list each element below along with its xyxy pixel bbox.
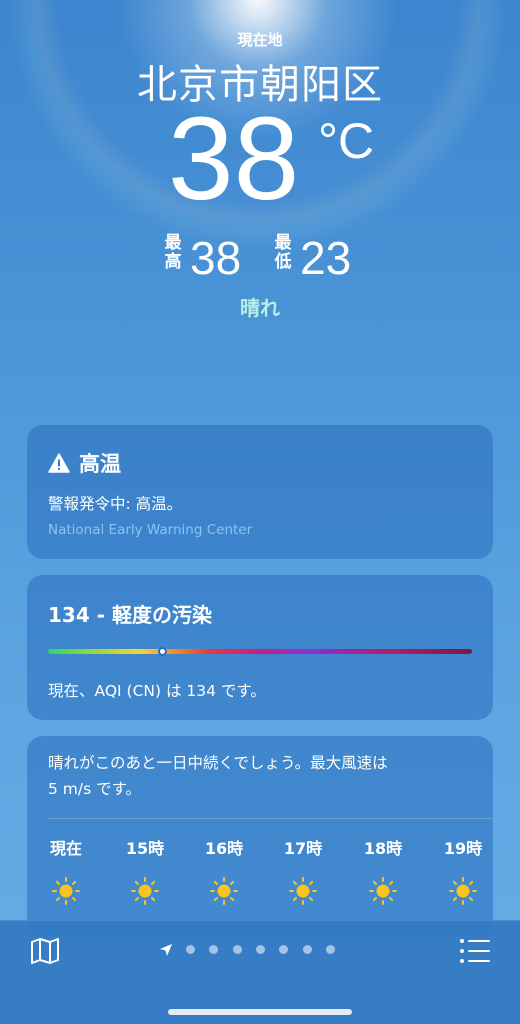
page-dot[interactable] [279, 945, 289, 954]
sun-icon [131, 877, 159, 905]
current-temperature: 38 [168, 93, 300, 225]
hour-label: 15時 [125, 839, 165, 858]
low-value: 23 [300, 232, 352, 284]
high-low: 最高 38 最低 23 [0, 232, 520, 282]
hourly-forecast-card[interactable]: 晴れがこのあと一日中続くでしょう。最大風速は 5 m/s です。 現在 15時 … [27, 736, 493, 936]
low-label-text: 最低 [274, 233, 292, 272]
hour-item[interactable]: 15時 [115, 835, 175, 905]
warning-icon [48, 453, 70, 473]
hour-label: 18時 [363, 839, 403, 858]
high-label-text: 最高 [164, 233, 182, 272]
home-indicator[interactable] [168, 1009, 352, 1015]
map-icon[interactable] [30, 937, 60, 965]
high-label: 最高 [163, 234, 183, 272]
aqi-indicator-dot [157, 647, 167, 656]
page-dot[interactable] [186, 945, 195, 954]
forecast-summary: 晴れがこのあと一日中続くでしょう。最大風速は 5 m/s です。 [48, 750, 478, 802]
alert-source[interactable]: National Early Warning Center [48, 522, 252, 538]
temperature-unit: °C [318, 113, 375, 169]
hour-item[interactable]: 19時 [433, 835, 493, 905]
location-arrow-icon[interactable] [159, 943, 173, 957]
forecast-summary-line2: 5 m/s です。 [48, 780, 142, 798]
page-dot[interactable] [255, 945, 265, 954]
hour-item[interactable]: 16時 [194, 835, 254, 905]
sun-icon [210, 877, 238, 905]
alert-title: 高温 [79, 452, 121, 476]
list-icon[interactable] [459, 938, 491, 964]
high-value: 38 [190, 232, 242, 284]
hour-label: 19時 [443, 839, 483, 858]
hour-label: 16時 [204, 839, 244, 858]
aqi-description: 現在、AQI (CN) は 134 です。 [48, 682, 266, 700]
location-label: 現在地 [237, 31, 283, 49]
alert-card[interactable]: 高温 警報発令中: 高温。 National Early Warning Cen… [27, 425, 493, 559]
page-dot[interactable] [302, 945, 312, 954]
aqi-title: 134 - 軽度の汚染 [48, 603, 212, 627]
hour-item[interactable]: 現在 [36, 835, 96, 905]
page-dot[interactable] [325, 945, 335, 954]
condition-text: 晴れ [240, 296, 280, 320]
alert-title-row: 高温 [48, 448, 121, 478]
page-dot[interactable] [232, 945, 242, 954]
sun-icon [369, 877, 397, 905]
hour-label: 現在 [49, 839, 82, 858]
forecast-summary-line1: 晴れがこのあと一日中続くでしょう。最大風速は [48, 754, 388, 772]
hour-label: 17時 [283, 839, 323, 858]
page-dot[interactable] [209, 945, 219, 954]
bottom-toolbar [0, 920, 520, 1024]
aqi-card[interactable]: 134 - 軽度の汚染 現在、AQI (CN) は 134 です。 [27, 575, 493, 720]
aqi-scale-bar [48, 649, 472, 654]
hour-item[interactable]: 17時 [273, 835, 333, 905]
alert-body: 警報発令中: 高温。 [48, 495, 183, 513]
hour-item[interactable]: 18時 [353, 835, 413, 905]
divider [48, 818, 493, 819]
sun-icon [52, 877, 80, 905]
sun-icon [449, 877, 477, 905]
low-label: 最低 [273, 234, 293, 272]
sun-icon [289, 877, 317, 905]
